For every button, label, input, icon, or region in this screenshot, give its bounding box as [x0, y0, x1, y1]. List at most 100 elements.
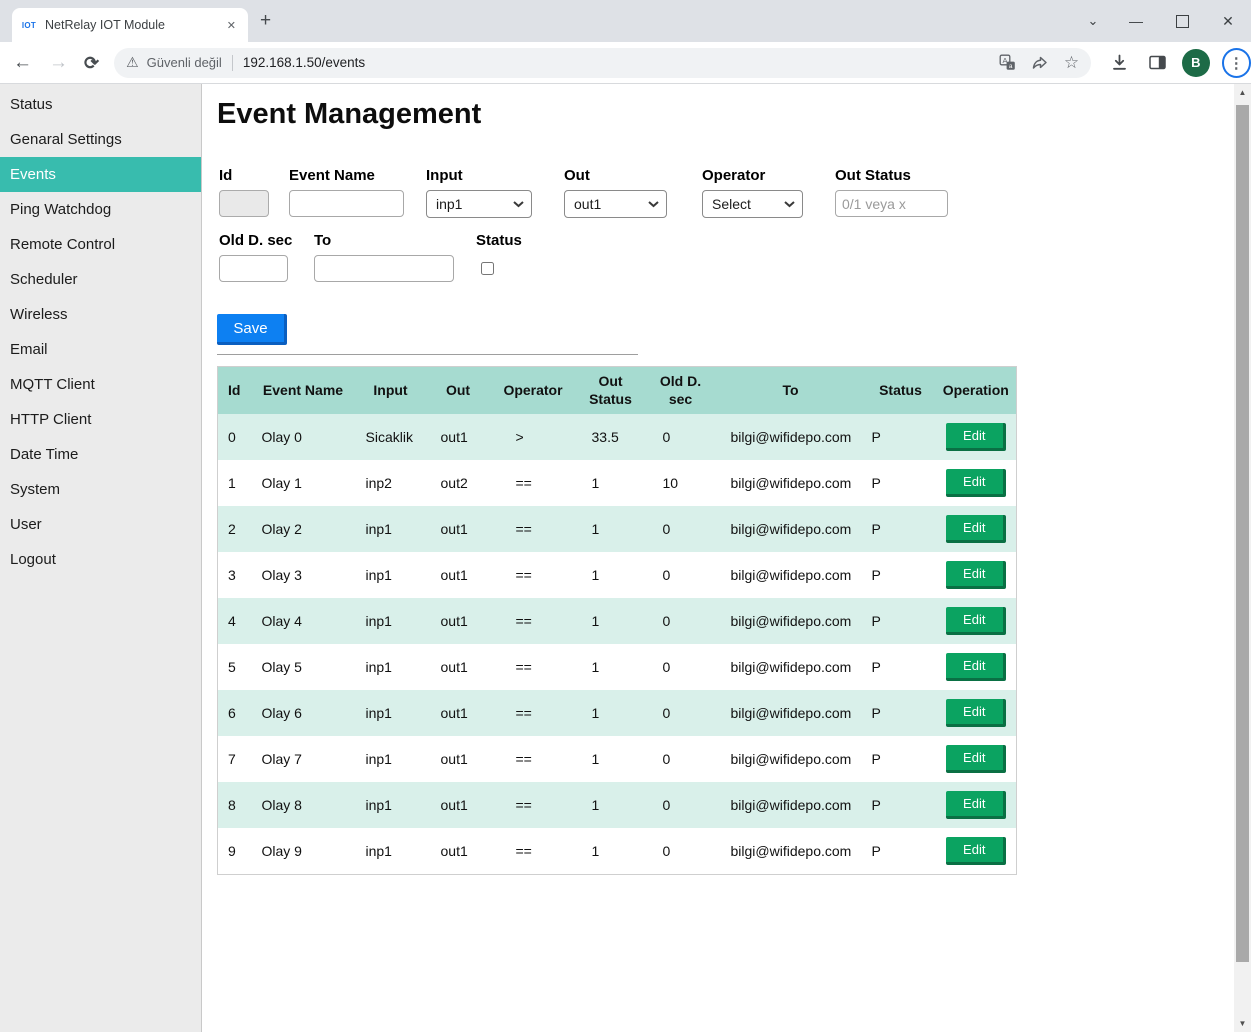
id-field — [219, 190, 269, 217]
sidebar-item[interactable]: Status — [0, 87, 201, 122]
cell-input: inp1 — [356, 690, 426, 736]
back-icon[interactable]: ← — [13, 53, 32, 72]
col-header-out-status: Out Status — [576, 367, 646, 415]
edit-button[interactable]: Edit — [946, 653, 1006, 681]
sidebar-item[interactable]: Wireless — [0, 297, 201, 332]
cell-event-name: Olay 8 — [251, 782, 356, 828]
url-text[interactable]: 192.168.1.50/events — [243, 55, 984, 70]
cell-status: P — [866, 736, 936, 782]
operator-select[interactable]: Select — [702, 190, 803, 218]
table-row: 0 Olay 0 Sicaklik out1 > 33.5 0 bilgi@wi… — [218, 414, 1017, 460]
new-tab-button[interactable]: + — [260, 10, 271, 32]
sidebar-item-label: Logout — [10, 551, 56, 568]
cell-old-d-sec: 0 — [646, 506, 716, 552]
cell-input: inp1 — [356, 736, 426, 782]
sidebar-item[interactable]: Genaral Settings — [0, 122, 201, 157]
close-button[interactable]: ✕ — [1205, 0, 1251, 42]
cell-old-d-sec: 0 — [646, 644, 716, 690]
out-select[interactable]: out1 — [564, 190, 667, 218]
cell-to: bilgi@wifidepo.com — [716, 598, 866, 644]
edit-button[interactable]: Edit — [946, 561, 1006, 589]
table-row: 6 Olay 6 inp1 out1 == 1 0 bilgi@wifidepo… — [218, 690, 1017, 736]
edit-button[interactable]: Edit — [946, 469, 1006, 497]
cell-id: 9 — [218, 828, 251, 875]
sidebar-item[interactable]: Scheduler — [0, 262, 201, 297]
sidebar-item[interactable]: Date Time — [0, 437, 201, 472]
cell-old-d-sec: 0 — [646, 414, 716, 460]
to-field[interactable] — [314, 255, 454, 282]
operator-label: Operator — [702, 167, 803, 184]
cell-to: bilgi@wifidepo.com — [716, 644, 866, 690]
cell-operator: == — [491, 506, 576, 552]
save-button[interactable]: Save — [217, 314, 287, 345]
out-label: Out — [564, 167, 667, 184]
main-panel: Event Management Id Event Name Input inp… — [202, 84, 1251, 1032]
cell-input: inp1 — [356, 644, 426, 690]
cell-to: bilgi@wifidepo.com — [716, 414, 866, 460]
col-header-operation: Operation — [936, 367, 1017, 415]
cell-id: 3 — [218, 552, 251, 598]
cell-out-status: 33.5 — [576, 414, 646, 460]
scroll-down-icon[interactable]: ▼ — [1234, 1015, 1251, 1032]
out-status-field[interactable] — [835, 190, 948, 217]
old-delay-field[interactable] — [219, 255, 288, 282]
tab-search-icon[interactable]: ⌄ — [1073, 0, 1113, 42]
sidebar-item-label: Email — [10, 341, 48, 358]
not-secure-icon[interactable]: ⚠ — [126, 54, 139, 71]
cell-input: inp1 — [356, 506, 426, 552]
tab-close-icon[interactable]: ✕ — [223, 17, 240, 34]
edit-button[interactable]: Edit — [946, 515, 1006, 543]
download-icon[interactable] — [1110, 53, 1129, 72]
reload-icon[interactable]: ⟳ — [84, 54, 99, 72]
bookmark-star-icon[interactable]: ☆ — [1064, 53, 1079, 73]
cell-input: inp1 — [356, 552, 426, 598]
cell-event-name: Olay 3 — [251, 552, 356, 598]
minimize-button[interactable]: — — [1113, 0, 1159, 42]
event-name-label: Event Name — [289, 167, 404, 184]
sidebar-item[interactable]: Remote Control — [0, 227, 201, 262]
sidebar-item[interactable]: User — [0, 507, 201, 542]
sidebar-item[interactable]: Email — [0, 332, 201, 367]
scroll-up-icon[interactable]: ▲ — [1234, 84, 1251, 101]
address-bar[interactable]: ⚠ Güvenli değil 192.168.1.50/events Aa ☆ — [114, 48, 1091, 78]
edit-button[interactable]: Edit — [946, 699, 1006, 727]
event-form-row-2: Old D. sec To Status — [217, 232, 1251, 282]
cell-id: 6 — [218, 690, 251, 736]
profile-avatar[interactable]: B — [1182, 49, 1209, 77]
browser-menu-icon[interactable]: ⋮ — [1222, 48, 1251, 78]
sidebar-item[interactable]: MQTT Client — [0, 367, 201, 402]
cell-old-d-sec: 0 — [646, 828, 716, 875]
cell-operation: Edit — [936, 506, 1017, 552]
cell-status: P — [866, 598, 936, 644]
status-checkbox[interactable] — [481, 262, 494, 275]
sidebar-item-label: Ping Watchdog — [10, 201, 111, 218]
side-panel-icon[interactable] — [1148, 53, 1167, 72]
cell-id: 8 — [218, 782, 251, 828]
event-name-field[interactable] — [289, 190, 404, 217]
maximize-button[interactable] — [1159, 0, 1205, 42]
sidebar-item[interactable]: System — [0, 472, 201, 507]
browser-tab[interactable]: IOT NetRelay IOT Module ✕ — [12, 8, 248, 42]
edit-button[interactable]: Edit — [946, 423, 1006, 451]
cell-event-name: Olay 4 — [251, 598, 356, 644]
share-icon[interactable] — [1031, 55, 1049, 71]
cell-old-d-sec: 0 — [646, 782, 716, 828]
vertical-scrollbar[interactable]: ▲ ▼ — [1234, 84, 1251, 1032]
sidebar-item[interactable]: HTTP Client — [0, 402, 201, 437]
translate-icon[interactable]: Aa — [999, 54, 1016, 71]
browser-toolbar: ← → ⟳ ⚠ Güvenli değil 192.168.1.50/event… — [0, 42, 1251, 84]
edit-button[interactable]: Edit — [946, 791, 1006, 819]
sidebar-item[interactable]: Events — [0, 157, 201, 192]
input-select[interactable]: inp1 — [426, 190, 532, 218]
sidebar-item[interactable]: Logout — [0, 542, 201, 577]
cell-status: P — [866, 460, 936, 506]
edit-button[interactable]: Edit — [946, 745, 1006, 773]
page-content: Status Genaral Settings Events Ping Watc… — [0, 84, 1251, 1032]
edit-button[interactable]: Edit — [946, 607, 1006, 635]
cell-status: P — [866, 414, 936, 460]
edit-button[interactable]: Edit — [946, 837, 1006, 865]
sidebar-item[interactable]: Ping Watchdog — [0, 192, 201, 227]
cell-old-d-sec: 10 — [646, 460, 716, 506]
scrollbar-thumb[interactable] — [1236, 105, 1249, 962]
out-status-label: Out Status — [835, 167, 948, 184]
